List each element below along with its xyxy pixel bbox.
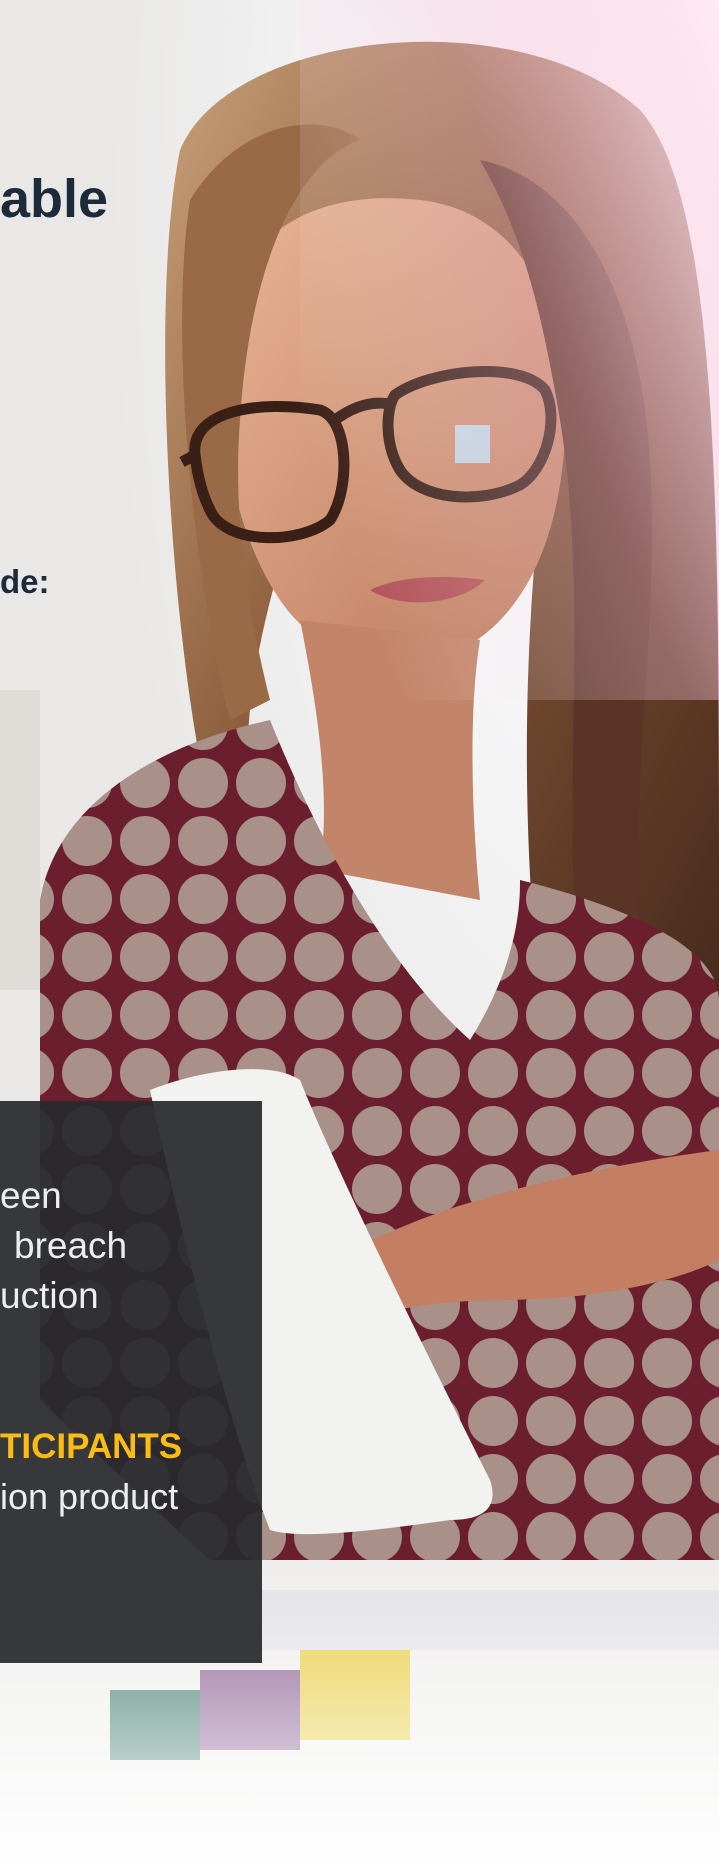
panel-line-2: breach	[14, 1225, 128, 1266]
panel-line-1: een	[0, 1175, 62, 1216]
heading-fragment: able	[0, 169, 109, 229]
panel-line-trailing: ion product	[0, 1476, 179, 1517]
page: able de: een breach uction TICIPANTS ion…	[0, 0, 719, 1860]
subheading-fragment: de:	[0, 563, 50, 600]
panel-line-3: uction	[0, 1275, 99, 1316]
panel-highlight: TICIPANTS	[0, 1427, 183, 1466]
info-panel: een breach uction TICIPANTS ion product	[0, 1101, 262, 1663]
